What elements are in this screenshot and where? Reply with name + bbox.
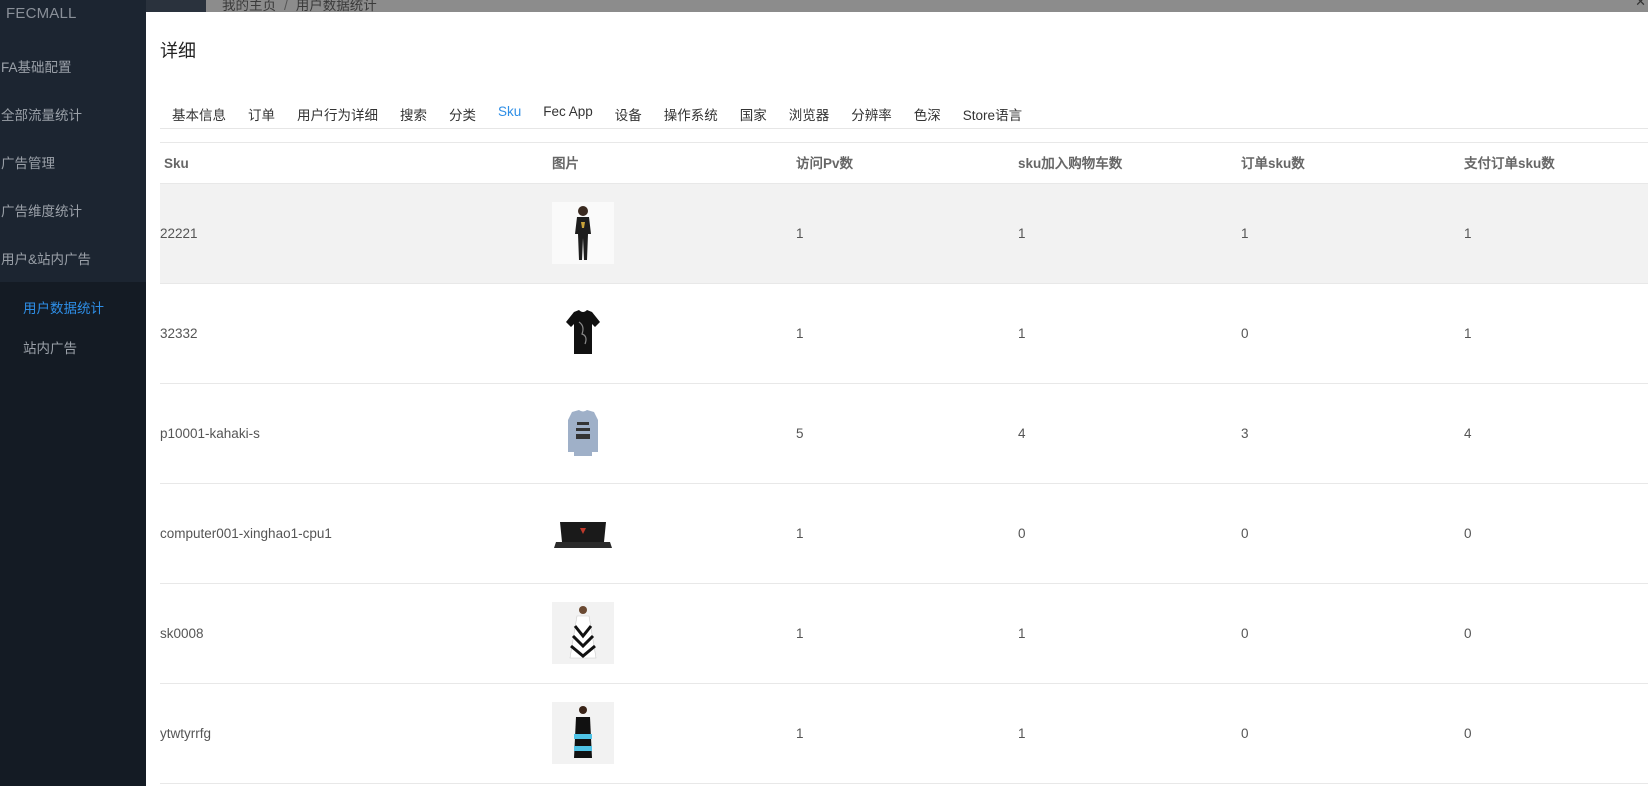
tab-color-depth[interactable]: 色深 [903,91,952,129]
tab-user-behavior[interactable]: 用户行为详细 [286,91,389,129]
tab-country[interactable]: 国家 [729,91,778,129]
cell-sku: ytwtyrrfg [160,726,212,741]
sidebar-item-ad-management[interactable]: 广告管理 [0,147,146,181]
header-sku: Sku [164,156,189,171]
sidebar: FECMALL FA基础配置 全部流量统计 广告管理 广告维度统计 用户&站内广… [0,0,146,786]
cell-paid: 0 [1464,526,1472,541]
cell-pv: 1 [796,726,804,741]
modal-title: 详细 [160,41,196,61]
black-tshirt-image [552,302,614,364]
table-row: 32332 1 1 0 1 [160,284,1648,384]
sidebar-subitem-user-data-stats[interactable]: 用户数据统计 [23,294,146,324]
sidebar-item-fa-config[interactable]: FA基础配置 [0,51,146,85]
header-pv: 访问Pv数 [796,156,854,171]
table-row: sk0008 1 1 0 0 [160,584,1648,684]
tab-category[interactable]: 分类 [438,91,487,129]
tab-search[interactable]: 搜索 [389,91,438,129]
sidebar-item-ad-dimension-stats[interactable]: 广告维度统计 [0,195,146,229]
cell-pv: 1 [796,526,804,541]
sidebar-subitem-site-ads[interactable]: 站内广告 [23,334,146,364]
cell-order: 3 [1241,426,1249,441]
close-icon[interactable]: ✕ [1635,0,1646,10]
tab-store-language[interactable]: Store语言 [952,91,1033,129]
cell-order: 0 [1241,326,1249,341]
header-paid: 支付订单sku数 [1464,156,1555,171]
laptop-image [552,502,614,564]
cell-pv: 1 [796,326,804,341]
table-header: Sku 图片 访问Pv数 sku加入购物车数 订单sku数 支付订单sku数 [160,142,1648,184]
tab-orders[interactable]: 订单 [237,91,286,129]
detail-modal: 详细 基本信息 订单 用户行为详细 搜索 分类 Sku Fec App 设备 操… [146,12,1648,786]
topbar-toggle [146,0,206,12]
cell-paid: 1 [1464,326,1472,341]
tab-browser[interactable]: 浏览器 [778,91,841,129]
cell-order: 0 [1241,526,1249,541]
cell-paid: 4 [1464,426,1472,441]
tab-device[interactable]: 设备 [604,91,653,129]
cell-cart: 0 [1018,526,1026,541]
brand-logo[interactable]: FECMALL [6,5,77,22]
cell-sku: sk0008 [160,626,204,641]
tab-sku[interactable]: Sku [487,91,532,129]
cell-order: 0 [1241,626,1249,641]
cell-sku: p10001-kahaki-s [160,426,260,441]
sidebar-item-traffic-stats[interactable]: 全部流量统计 [0,99,146,133]
cell-order: 0 [1241,726,1249,741]
cell-pv: 1 [796,226,804,241]
striped-dress-image [552,602,614,664]
tab-fec-app[interactable]: Fec App [532,91,604,129]
tab-basic-info[interactable]: 基本信息 [160,91,237,129]
cell-cart: 1 [1018,226,1026,241]
tab-os[interactable]: 操作系统 [653,91,729,129]
sidebar-item-user-site-ads[interactable]: 用户&站内广告 [0,243,146,277]
table-row: p10001-kahaki-s 5 4 3 4 [160,384,1648,484]
cell-sku: 32332 [160,326,198,341]
cell-paid: 1 [1464,226,1472,241]
cell-cart: 1 [1018,626,1026,641]
tab-bar: 基本信息 订单 用户行为详细 搜索 分类 Sku Fec App 设备 操作系统… [160,91,1648,129]
header-order: 订单sku数 [1241,156,1305,171]
header-image: 图片 [552,156,579,171]
cell-paid: 0 [1464,626,1472,641]
cell-cart: 1 [1018,726,1026,741]
cell-order: 1 [1241,226,1249,241]
tab-resolution[interactable]: 分辨率 [840,91,903,129]
table-row: 22221 1 1 1 1 [160,184,1648,284]
table-row: ytwtyrrfg 1 1 0 0 [160,684,1648,784]
sku-table: Sku 图片 访问Pv数 sku加入购物车数 订单sku数 支付订单sku数 2… [160,142,1648,784]
cell-cart: 1 [1018,326,1026,341]
header-cart: sku加入购物车数 [1018,156,1123,171]
table-row: computer001-xinghao1-cpu1 1 0 0 0 [160,484,1648,584]
woman-black-outfit-image [552,202,614,264]
cell-cart: 4 [1018,426,1026,441]
grey-sweatshirt-image [552,402,614,464]
cell-pv: 1 [796,626,804,641]
cell-pv: 5 [796,426,804,441]
cell-sku: computer001-xinghao1-cpu1 [160,526,332,541]
cell-sku: 22221 [160,226,198,241]
blue-black-dress-image [552,702,614,764]
cell-paid: 0 [1464,726,1472,741]
